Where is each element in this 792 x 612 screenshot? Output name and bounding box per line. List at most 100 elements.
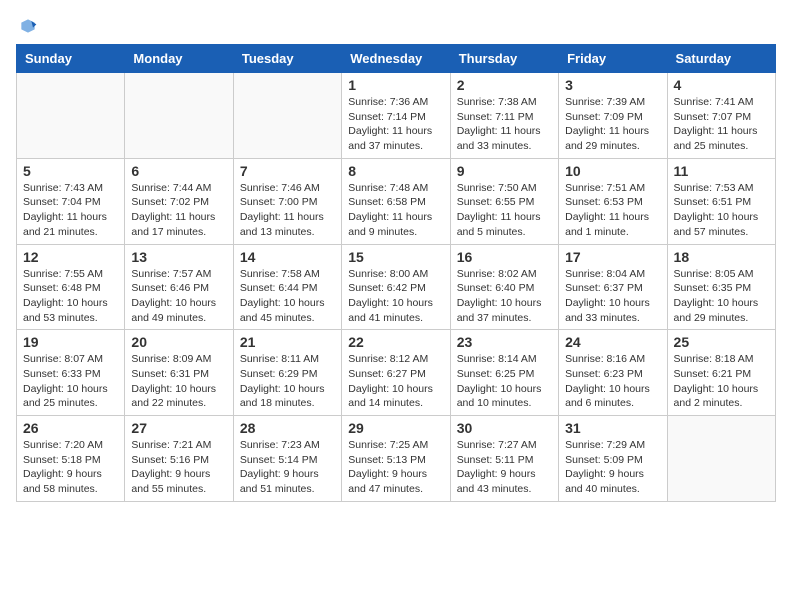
calendar-cell: 28 Sunrise: 7:23 AM Sunset: 5:14 PM Dayli… <box>233 416 341 502</box>
calendar-cell: 12 Sunrise: 7:55 AM Sunset: 6:48 PM Dayli… <box>17 244 125 330</box>
day-number: 4 <box>674 77 769 93</box>
calendar-cell: 2 Sunrise: 7:38 AM Sunset: 7:11 PM Daylig… <box>450 73 558 159</box>
calendar-header-friday: Friday <box>559 45 667 73</box>
day-number: 14 <box>240 249 335 265</box>
calendar-cell: 1 Sunrise: 7:36 AM Sunset: 7:14 PM Daylig… <box>342 73 450 159</box>
calendar-cell: 22 Sunrise: 8:12 AM Sunset: 6:27 PM Dayli… <box>342 330 450 416</box>
day-info: Sunrise: 7:46 AM Sunset: 7:00 PM Dayligh… <box>240 181 335 240</box>
day-number: 9 <box>457 163 552 179</box>
calendar-cell: 25Sunrise: 8:18 AM Sunset: 6:21 PM Dayli… <box>667 330 775 416</box>
calendar-cell: 31 Sunrise: 7:29 AM Sunset: 5:09 PM Dayli… <box>559 416 667 502</box>
calendar-cell: 7Sunrise: 7:46 AM Sunset: 7:00 PM Daylig… <box>233 158 341 244</box>
calendar-header-saturday: Saturday <box>667 45 775 73</box>
calendar-cell: 6 Sunrise: 7:44 AM Sunset: 7:02 PM Daylig… <box>125 158 233 244</box>
calendar-cell: 16 Sunrise: 8:02 AM Sunset: 6:40 PM Dayli… <box>450 244 558 330</box>
calendar-cell: 13 Sunrise: 7:57 AM Sunset: 6:46 PM Dayli… <box>125 244 233 330</box>
day-number: 22 <box>348 334 443 350</box>
day-info: Sunrise: 7:29 AM Sunset: 5:09 PM Dayligh… <box>565 438 660 497</box>
calendar-cell: 20 Sunrise: 8:09 AM Sunset: 6:31 PM Dayli… <box>125 330 233 416</box>
day-info: Sunrise: 7:25 AM Sunset: 5:13 PM Dayligh… <box>348 438 443 497</box>
day-number: 18 <box>674 249 769 265</box>
day-number: 19 <box>23 334 118 350</box>
day-number: 6 <box>131 163 226 179</box>
day-number: 1 <box>348 77 443 93</box>
calendar-cell: 11Sunrise: 7:53 AM Sunset: 6:51 PM Dayli… <box>667 158 775 244</box>
day-info: Sunrise: 8:02 AM Sunset: 6:40 PM Dayligh… <box>457 267 552 326</box>
calendar-header-wednesday: Wednesday <box>342 45 450 73</box>
calendar-cell: 30Sunrise: 7:27 AM Sunset: 5:11 PM Dayli… <box>450 416 558 502</box>
day-number: 13 <box>131 249 226 265</box>
day-info: Sunrise: 8:04 AM Sunset: 6:37 PM Dayligh… <box>565 267 660 326</box>
day-number: 27 <box>131 420 226 436</box>
calendar-cell: 26Sunrise: 7:20 AM Sunset: 5:18 PM Dayli… <box>17 416 125 502</box>
day-info: Sunrise: 7:58 AM Sunset: 6:44 PM Dayligh… <box>240 267 335 326</box>
day-info: Sunrise: 7:55 AM Sunset: 6:48 PM Dayligh… <box>23 267 118 326</box>
day-info: Sunrise: 8:07 AM Sunset: 6:33 PM Dayligh… <box>23 352 118 411</box>
day-number: 2 <box>457 77 552 93</box>
day-info: Sunrise: 7:57 AM Sunset: 6:46 PM Dayligh… <box>131 267 226 326</box>
calendar-cell: 29 Sunrise: 7:25 AM Sunset: 5:13 PM Dayli… <box>342 416 450 502</box>
day-number: 3 <box>565 77 660 93</box>
day-info: Sunrise: 7:51 AM Sunset: 6:53 PM Dayligh… <box>565 181 660 240</box>
calendar-cell: 15 Sunrise: 8:00 AM Sunset: 6:42 PM Dayli… <box>342 244 450 330</box>
day-number: 24 <box>565 334 660 350</box>
day-info: Sunrise: 7:27 AM Sunset: 5:11 PM Dayligh… <box>457 438 552 497</box>
logo-icon <box>18 16 38 36</box>
day-info: Sunrise: 8:18 AM Sunset: 6:21 PM Dayligh… <box>674 352 769 411</box>
calendar-cell <box>233 73 341 159</box>
day-number: 31 <box>565 420 660 436</box>
day-info: Sunrise: 7:44 AM Sunset: 7:02 PM Dayligh… <box>131 181 226 240</box>
day-number: 10 <box>565 163 660 179</box>
calendar-week-row: 1 Sunrise: 7:36 AM Sunset: 7:14 PM Daylig… <box>17 73 776 159</box>
day-number: 16 <box>457 249 552 265</box>
calendar-header-monday: Monday <box>125 45 233 73</box>
day-number: 21 <box>240 334 335 350</box>
calendar-week-row: 12 Sunrise: 7:55 AM Sunset: 6:48 PM Dayli… <box>17 244 776 330</box>
calendar-cell: 9 Sunrise: 7:50 AM Sunset: 6:55 PM Daylig… <box>450 158 558 244</box>
day-number: 11 <box>674 163 769 179</box>
day-number: 23 <box>457 334 552 350</box>
calendar-cell: 4 Sunrise: 7:41 AM Sunset: 7:07 PM Daylig… <box>667 73 775 159</box>
calendar-cell: 10 Sunrise: 7:51 AM Sunset: 6:53 PM Dayli… <box>559 158 667 244</box>
day-info: Sunrise: 8:05 AM Sunset: 6:35 PM Dayligh… <box>674 267 769 326</box>
calendar-cell <box>667 416 775 502</box>
day-info: Sunrise: 8:12 AM Sunset: 6:27 PM Dayligh… <box>348 352 443 411</box>
calendar-cell: 14 Sunrise: 7:58 AM Sunset: 6:44 PM Dayli… <box>233 244 341 330</box>
day-info: Sunrise: 7:38 AM Sunset: 7:11 PM Dayligh… <box>457 95 552 154</box>
page-header <box>16 16 776 36</box>
day-number: 5 <box>23 163 118 179</box>
calendar-cell: 19 Sunrise: 8:07 AM Sunset: 6:33 PM Dayli… <box>17 330 125 416</box>
day-info: Sunrise: 8:00 AM Sunset: 6:42 PM Dayligh… <box>348 267 443 326</box>
day-number: 15 <box>348 249 443 265</box>
day-info: Sunrise: 8:16 AM Sunset: 6:23 PM Dayligh… <box>565 352 660 411</box>
calendar-week-row: 19 Sunrise: 8:07 AM Sunset: 6:33 PM Dayli… <box>17 330 776 416</box>
day-info: Sunrise: 7:41 AM Sunset: 7:07 PM Dayligh… <box>674 95 769 154</box>
calendar-cell: 17 Sunrise: 8:04 AM Sunset: 6:37 PM Dayli… <box>559 244 667 330</box>
day-info: Sunrise: 7:43 AM Sunset: 7:04 PM Dayligh… <box>23 181 118 240</box>
calendar-header-row: SundayMondayTuesdayWednesdayThursdayFrid… <box>17 45 776 73</box>
day-number: 26 <box>23 420 118 436</box>
day-number: 20 <box>131 334 226 350</box>
day-number: 17 <box>565 249 660 265</box>
day-info: Sunrise: 7:48 AM Sunset: 6:58 PM Dayligh… <box>348 181 443 240</box>
day-info: Sunrise: 7:23 AM Sunset: 5:14 PM Dayligh… <box>240 438 335 497</box>
day-number: 12 <box>23 249 118 265</box>
day-info: Sunrise: 7:21 AM Sunset: 5:16 PM Dayligh… <box>131 438 226 497</box>
calendar-cell: 8Sunrise: 7:48 AM Sunset: 6:58 PM Daylig… <box>342 158 450 244</box>
calendar-cell <box>17 73 125 159</box>
day-number: 29 <box>348 420 443 436</box>
calendar-cell: 23 Sunrise: 8:14 AM Sunset: 6:25 PM Dayli… <box>450 330 558 416</box>
day-info: Sunrise: 8:11 AM Sunset: 6:29 PM Dayligh… <box>240 352 335 411</box>
day-info: Sunrise: 8:09 AM Sunset: 6:31 PM Dayligh… <box>131 352 226 411</box>
logo <box>16 16 38 36</box>
calendar-header-tuesday: Tuesday <box>233 45 341 73</box>
day-info: Sunrise: 7:36 AM Sunset: 7:14 PM Dayligh… <box>348 95 443 154</box>
day-info: Sunrise: 8:14 AM Sunset: 6:25 PM Dayligh… <box>457 352 552 411</box>
day-number: 28 <box>240 420 335 436</box>
calendar-week-row: 5 Sunrise: 7:43 AM Sunset: 7:04 PM Daylig… <box>17 158 776 244</box>
calendar-header-thursday: Thursday <box>450 45 558 73</box>
calendar-cell: 21 Sunrise: 8:11 AM Sunset: 6:29 PM Dayli… <box>233 330 341 416</box>
calendar-table: SundayMondayTuesdayWednesdayThursdayFrid… <box>16 44 776 502</box>
day-info: Sunrise: 7:50 AM Sunset: 6:55 PM Dayligh… <box>457 181 552 240</box>
calendar-cell: 27 Sunrise: 7:21 AM Sunset: 5:16 PM Dayli… <box>125 416 233 502</box>
